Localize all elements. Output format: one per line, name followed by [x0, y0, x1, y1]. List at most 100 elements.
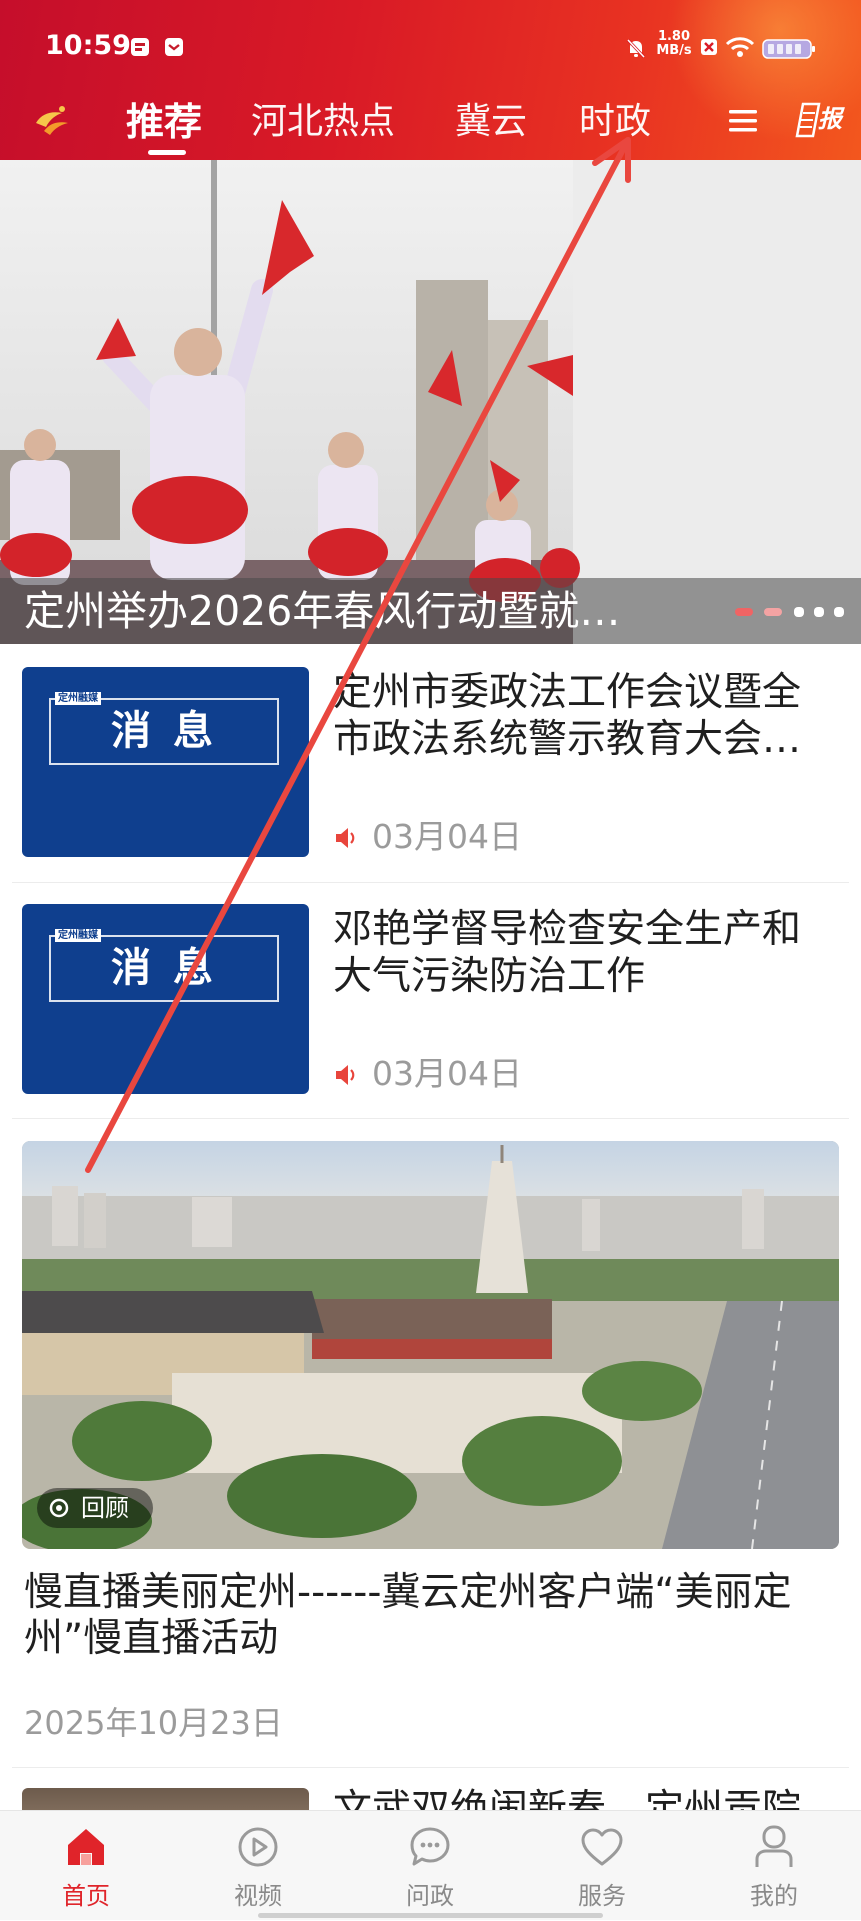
news-title[interactable]: 邓艳学督导检查安全生产和大气污染防治工作 [333, 906, 833, 1000]
list-divider [12, 882, 849, 883]
waist-drum [308, 528, 388, 576]
speaker-wave [350, 1069, 355, 1081]
featured-date: 2025年10月23日 [24, 1704, 283, 1742]
heart-shape [581, 1828, 623, 1866]
play-triangle [252, 1837, 268, 1857]
network-speed: 1.80 MB/s [652, 30, 696, 58]
home-door [81, 1854, 91, 1865]
thumbnail-brand-tag: 定州融媒 [55, 929, 101, 942]
speaker-body [336, 828, 348, 848]
speaker-icon[interactable] [333, 1062, 359, 1088]
news-thumbnail[interactable]: 消 息 定州融媒 [22, 667, 309, 857]
tab-recommend[interactable]: 推荐 [126, 98, 202, 146]
home-icon [68, 1829, 104, 1865]
video-ring [238, 1827, 278, 1867]
battery-cell [795, 44, 801, 54]
thumbnail-frame: 消 息 [49, 935, 279, 1002]
chat-icon [410, 1827, 450, 1866]
tree-cluster [227, 1454, 417, 1538]
chat-dot [427, 1842, 433, 1848]
video-icon [238, 1827, 278, 1867]
home-indicator[interactable] [258, 1913, 603, 1918]
logo-dot [59, 106, 65, 112]
wifi-icon [725, 37, 755, 57]
carousel-indicator [794, 607, 804, 617]
replay-badge: 回顾 [37, 1488, 153, 1528]
distant-building [742, 1189, 764, 1249]
tab-jiyun[interactable]: 冀云 [455, 98, 527, 146]
list-divider [12, 1767, 849, 1768]
distant-building [192, 1197, 232, 1247]
tree-cluster [582, 1361, 702, 1421]
carousel-indicator [764, 608, 782, 616]
news-thumbnail[interactable]: 消 息 定州融媒 [22, 904, 309, 1094]
nav-home[interactable]: 首页 [0, 1811, 172, 1921]
featured-title[interactable]: 慢直播美丽定州------冀云定州客户端“美丽定州”慢直播活动 [24, 1570, 839, 1662]
dancer-head [328, 432, 364, 468]
hero-image [0, 160, 861, 644]
nav-video[interactable]: 视频 [172, 1811, 344, 1921]
temple-walls [312, 1339, 552, 1359]
nav-service[interactable]: 服务 [516, 1811, 688, 1921]
menu-line [729, 110, 757, 114]
icon-line [135, 43, 145, 46]
bell-clapper [634, 54, 638, 57]
dancer-head [174, 328, 222, 376]
news-date: 03月04日 [372, 817, 522, 856]
no-sim-icon [701, 39, 717, 55]
news-item[interactable]: 消 息 定州融媒 定州市委政法工作会议暨全市政法系统警示教育大会… 03月04日 [0, 667, 861, 857]
user-icon [755, 1825, 793, 1867]
status-time: 10:59 [45, 30, 131, 61]
icon-bg [131, 38, 149, 56]
logo-swirl [44, 122, 68, 135]
notification-app-icon [165, 38, 183, 56]
heart-icon [581, 1828, 623, 1866]
thumbnail-frame: 消 息 [49, 698, 279, 765]
battery-cell [786, 44, 792, 54]
nav-label: 视频 [234, 1882, 282, 1910]
network-speed-value: 1.80 [657, 29, 691, 44]
chat-dot [420, 1842, 426, 1848]
jiyun-logo-icon[interactable] [32, 101, 72, 139]
user-head [762, 1825, 786, 1849]
distant-building [84, 1193, 106, 1248]
message-app-icon [131, 38, 149, 56]
list-divider [12, 1118, 849, 1119]
thumbnail-brand-tag: 定州融媒 [55, 692, 101, 705]
nav-label: 首页 [62, 1882, 110, 1910]
dancer-head [24, 429, 56, 461]
bottom-nav: 首页 视频 问政 服务 我的 [0, 1810, 861, 1920]
epaper-label[interactable]: 报 [818, 104, 842, 134]
battery-cell [777, 44, 783, 54]
replay-dot [56, 1505, 62, 1511]
wifi-arc [730, 44, 750, 51]
wifi-dot [737, 51, 743, 57]
battery-icon [762, 39, 815, 59]
news-item[interactable]: 消 息 定州融媒 邓艳学督导检查安全生产和大气污染防治工作 03月04日 [0, 904, 861, 1094]
bell-off-icon [626, 38, 646, 59]
user-body [755, 1849, 793, 1867]
nav-label: 问政 [406, 1882, 454, 1910]
hero-carousel[interactable]: 定州举办2026年春风行动暨就… [0, 160, 861, 644]
featured-live-image[interactable]: 回顾 [22, 1141, 839, 1549]
tab-politics[interactable]: 时政 [579, 98, 651, 146]
waist-drum [132, 476, 248, 544]
hero-caption[interactable]: 定州举办2026年春风行动暨就… [24, 584, 620, 638]
news-title[interactable]: 定州市委政法工作会议暨全市政法系统警示教育大会… [333, 669, 833, 763]
thumbnail-label: 消 息 [111, 708, 217, 754]
menu-line [729, 128, 757, 132]
carousel-indicator-active [735, 608, 753, 616]
tab-hebei-hot[interactable]: 河北热点 [251, 98, 395, 146]
speaker-icon[interactable] [333, 825, 359, 851]
news-date: 03月04日 [372, 1054, 522, 1093]
hero-caption-band[interactable]: 定州举办2026年春风行动暨就… [0, 578, 861, 644]
nav-profile[interactable]: 我的 [688, 1811, 860, 1921]
nav-inquiry[interactable]: 问政 [344, 1811, 516, 1921]
carousel-indicator [814, 607, 824, 617]
distant-building [52, 1186, 78, 1246]
thumbnail-label: 消 息 [111, 945, 217, 991]
battery-tip [812, 46, 815, 52]
menu-icon[interactable] [727, 107, 759, 135]
museum-roof [22, 1291, 324, 1333]
nav-label: 我的 [750, 1882, 798, 1910]
